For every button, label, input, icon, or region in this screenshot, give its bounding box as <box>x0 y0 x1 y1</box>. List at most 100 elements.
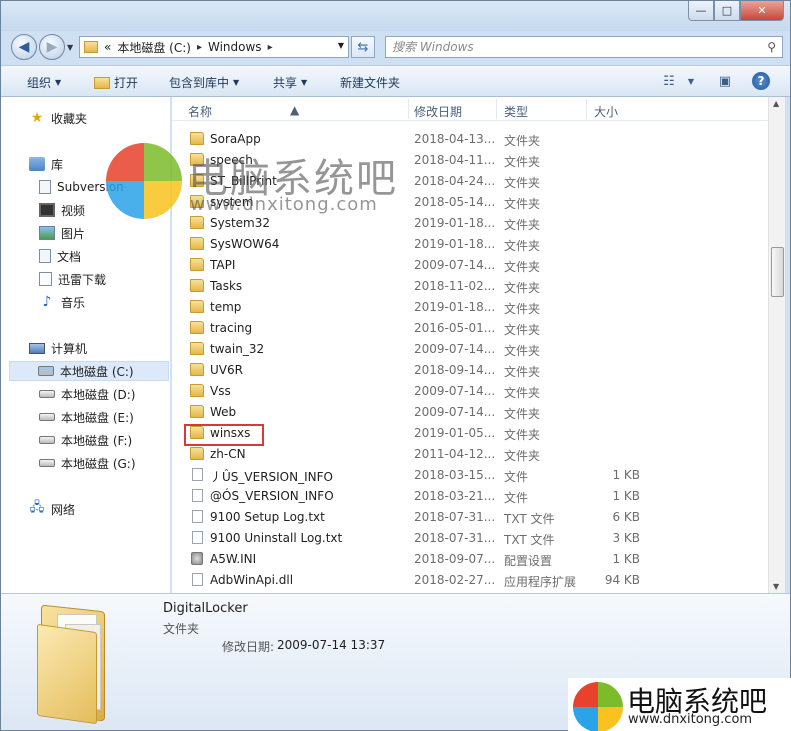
file-type: 文件夹 <box>504 323 541 337</box>
search-icon[interactable]: ⚲ <box>767 40 776 54</box>
sidebar-item-label: 计算机 <box>51 341 88 356</box>
preview-pane-button[interactable]: ▣ <box>715 72 735 90</box>
sidebar-item-thunder-downloads[interactable]: 迅雷下载 <box>39 269 106 289</box>
breadcrumb-windows[interactable]: Windows <box>208 40 262 54</box>
file-date: 2018-07-31... <box>414 531 496 545</box>
open-folder-icon <box>94 76 110 89</box>
help-button[interactable]: ? <box>751 72 771 90</box>
file-name: System32 <box>210 216 271 230</box>
address-overflow[interactable]: « <box>104 40 111 54</box>
organize-menu[interactable]: 组织 ▼ <box>27 74 61 91</box>
file-name: AdbWinApi.dll <box>210 573 294 587</box>
sidebar-item-drive-f[interactable]: 本地磁盘 (F:) <box>39 430 132 450</box>
new-folder-button[interactable]: 新建文件夹 <box>340 74 400 91</box>
folder-row[interactable]: tracing 2016-05-01... 文件夹 <box>172 318 768 339</box>
file-type: 文件 <box>504 491 529 505</box>
sidebar-item-documents[interactable]: 文档 <box>39 246 81 266</box>
details-item-name: DigitalLocker <box>163 601 248 616</box>
file-row[interactable]: 9100 Uninstall Log.txt 2018-07-31... TXT 文… <box>172 528 768 549</box>
folder-row[interactable]: Tasks 2018-11-02... 文件夹 <box>172 276 768 297</box>
column-header-size[interactable]: 大小 <box>594 103 618 120</box>
breadcrumb-drive-c[interactable]: 本地磁盘 (C:) <box>117 39 191 56</box>
column-divider[interactable] <box>408 99 409 119</box>
file-row[interactable]: @ÓS_VERSION_INFO 2018-03-21... 文件 1 KB <box>172 486 768 507</box>
folder-row[interactable]: temp 2019-01-18... 文件夹 <box>172 297 768 318</box>
view-options-button[interactable]: ☷ <box>659 72 679 90</box>
minimize-button[interactable]: — <box>688 1 714 21</box>
back-button[interactable]: ◀ <box>11 34 37 60</box>
folder-row[interactable]: TAPI 2009-07-14... 文件夹 <box>172 255 768 276</box>
sidebar-item-pictures[interactable]: 图片 <box>39 223 85 243</box>
sidebar-item-drive-g[interactable]: 本地磁盘 (G:) <box>39 453 136 473</box>
file-date: 2018-05-14... <box>414 195 496 209</box>
sidebar-item-label: 库 <box>51 157 64 172</box>
folder-row[interactable]: System32 2019-01-18... 文件夹 <box>172 213 768 234</box>
share-menu[interactable]: 共享 ▼ <box>273 74 307 91</box>
folder-row[interactable]: zh-CN 2011-04-12... 文件夹 <box>172 444 768 465</box>
column-divider[interactable] <box>586 99 587 119</box>
file-date: 2018-09-07... <box>414 552 496 566</box>
chevron-down-icon: ▼ <box>233 78 240 87</box>
sidebar-item-drive-c[interactable]: 本地磁盘 (C:) <box>9 361 169 381</box>
open-button[interactable]: 打开 <box>94 74 138 91</box>
folder-row[interactable]: SysWOW64 2019-01-18... 文件夹 <box>172 234 768 255</box>
file-row[interactable]: A5W.INI 2018-09-07... 配置设置 1 KB <box>172 549 768 570</box>
search-input[interactable] <box>386 37 782 57</box>
view-dropdown[interactable]: ▼ <box>681 72 701 90</box>
sidebar-item-label: 视频 <box>61 203 86 218</box>
file-type: TXT 文件 <box>504 533 555 547</box>
breadcrumb-separator[interactable]: ▸ <box>197 42 202 53</box>
picture-icon <box>39 226 55 240</box>
column-header-name[interactable]: 名称 <box>188 103 212 120</box>
file-type: 配置设置 <box>504 554 553 568</box>
help-icon: ? <box>752 72 770 90</box>
search-box[interactable]: ⚲ <box>385 36 783 58</box>
chevron-down-icon: ▼ <box>55 78 62 87</box>
folder-row[interactable]: Web 2009-07-14... 文件夹 <box>172 402 768 423</box>
forward-button[interactable]: ▶ <box>39 34 65 60</box>
sidebar-item-favorites[interactable]: ★ 收藏夹 <box>29 108 87 128</box>
file-type: 文件夹 <box>504 134 541 148</box>
column-header-type[interactable]: 类型 <box>504 103 528 120</box>
include-in-library-menu[interactable]: 包含到库中 ▼ <box>169 74 239 91</box>
file-row[interactable]: 9100 Setup Log.txt 2018-07-31... TXT 文件 6 K… <box>172 507 768 528</box>
sidebar-item-drive-d[interactable]: 本地磁盘 (D:) <box>39 384 135 404</box>
maximize-button[interactable]: □ <box>714 1 740 21</box>
scroll-down-icon[interactable]: ▼ <box>773 582 779 591</box>
sidebar-item-computer[interactable]: 计算机 <box>29 338 87 358</box>
file-size: 1 KB <box>612 468 640 482</box>
close-button[interactable]: ✕ <box>740 1 784 21</box>
column-header-date[interactable]: 修改日期 <box>414 103 462 120</box>
address-dropdown-icon[interactable]: ▼ <box>338 41 344 50</box>
file-type: 文件夹 <box>504 197 541 211</box>
file-icon <box>192 510 203 523</box>
address-bar[interactable]: « 本地磁盘 (C:) ▸ Windows ▸ ▼ <box>79 36 349 58</box>
sidebar-item-network[interactable]: 🖧 网络 <box>29 499 75 519</box>
folder-icon <box>190 132 204 145</box>
breadcrumb-separator[interactable]: ▸ <box>268 42 273 53</box>
file-name: 丿ÛS_VERSION_INFO <box>210 470 333 484</box>
folder-row[interactable]: Vss 2009-07-14... 文件夹 <box>172 381 768 402</box>
file-icon <box>192 468 203 481</box>
file-row[interactable]: 丿ÛS_VERSION_INFO 2018-03-15... 文件 1 KB <box>172 465 768 486</box>
column-divider[interactable] <box>496 99 497 119</box>
sidebar-item-videos[interactable]: 视频 <box>39 200 85 220</box>
recent-pages-dropdown[interactable]: ▼ <box>67 43 73 52</box>
file-row[interactable]: AdbWinApi.dll 2018-02-27... 应用程序扩展 94 KB <box>172 570 768 591</box>
folder-row[interactable]: UV6R 2018-09-14... 文件夹 <box>172 360 768 381</box>
file-type: 文件夹 <box>504 281 541 295</box>
scroll-up-icon[interactable]: ▲ <box>773 99 779 108</box>
scrollbar-thumb[interactable] <box>771 247 784 297</box>
file-type: 文件夹 <box>504 239 541 253</box>
folder-row[interactable]: twain_32 2009-07-14... 文件夹 <box>172 339 768 360</box>
watermark-corner-logo-icon <box>573 682 623 731</box>
view-list-icon: ☷ <box>663 73 675 89</box>
vertical-scrollbar[interactable]: ▲ ▼ <box>768 97 785 593</box>
sidebar-item-drive-e[interactable]: 本地磁盘 (E:) <box>39 407 134 427</box>
sidebar-item-libraries[interactable]: 库 <box>29 154 63 174</box>
refresh-button[interactable]: ⇆ <box>351 36 375 58</box>
organize-label: 组织 <box>27 76 52 90</box>
folder-icon <box>190 279 204 292</box>
sidebar-item-music[interactable]: ♪ 音乐 <box>39 292 85 312</box>
file-date: 2016-05-01... <box>414 321 496 335</box>
